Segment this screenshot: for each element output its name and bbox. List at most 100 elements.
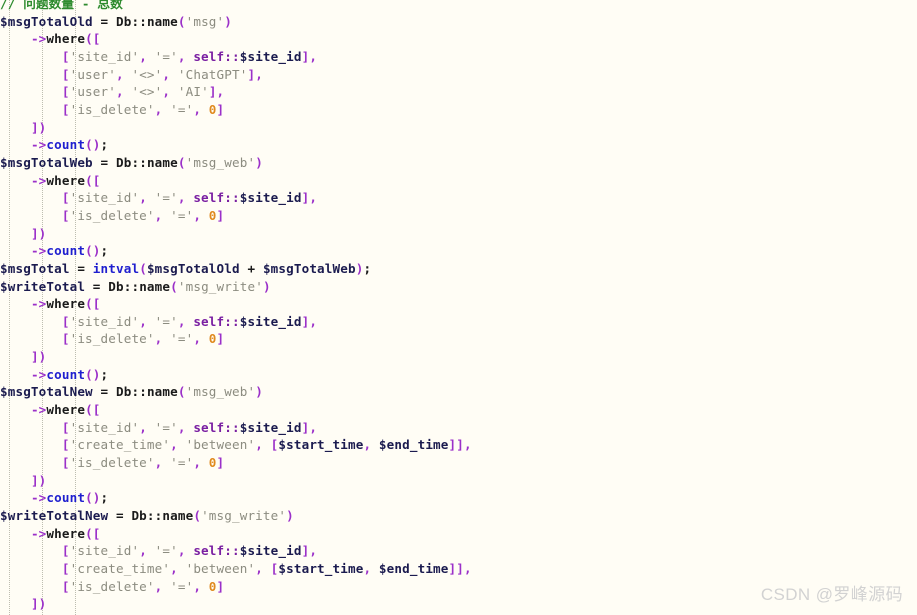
code-token-punct: ): [286, 508, 294, 524]
code-token-var: $writeTotal: [0, 278, 86, 294]
code-token-string: '=': [154, 419, 178, 435]
code-token-string: 'msg': [185, 13, 225, 29]
code-line: ]): [0, 472, 472, 490]
code-token-punct: ,: [162, 66, 171, 82]
code-token-punct: (: [193, 508, 202, 524]
code-token-self: self::: [193, 313, 240, 329]
code-token-arrow: ->: [30, 296, 47, 312]
code-line: ->count();: [0, 242, 472, 260]
code-token-string: '<>': [131, 66, 163, 82]
code-block[interactable]: // 问题数量 - 总数 $msgTotalOld = Db::name('msg…: [0, 0, 472, 615]
code-token-string: 'msg_web': [185, 384, 256, 400]
code-token-punct: ,: [177, 313, 186, 329]
code-token-string: '=': [154, 190, 178, 206]
csdn-watermark: CSDN @罗峰源码: [760, 585, 903, 604]
code-token-class: Db: [131, 508, 147, 524]
code-token-string: 'create_time': [69, 561, 171, 576]
code-token-method: where: [46, 296, 86, 312]
code-token-punct: (): [85, 366, 101, 382]
code-token-op: ::: [146, 508, 163, 524]
code-token-semi: ;: [363, 260, 372, 276]
code-token-op: ::: [131, 154, 147, 170]
code-token-string: '=': [170, 207, 194, 223]
code-token-string: '=': [154, 543, 178, 559]
code-token-method: name: [162, 508, 194, 524]
code-token-arrow: ->: [30, 402, 47, 418]
code-token-class: Db: [108, 278, 124, 294]
code-token-punct: ]],: [448, 561, 472, 576]
code-token-semi: ;: [100, 366, 109, 382]
code-token-var: $end_time: [378, 437, 449, 453]
code-token-num: 0: [208, 578, 217, 594]
code-token-arrow: ->: [30, 31, 47, 47]
code-token-punct: (: [139, 260, 147, 276]
code-token-op: ::: [123, 278, 140, 294]
code-token-var: $site_id: [239, 190, 302, 206]
code-token-punct: [: [61, 313, 70, 329]
code-token-string: 'between': [185, 437, 256, 453]
code-token-var: $msgTotalOld: [146, 260, 240, 276]
code-token-punct: ,: [139, 313, 147, 329]
code-token-punct: ([: [85, 296, 101, 312]
code-token-op: =: [77, 260, 86, 276]
code-token-punct: ],: [301, 543, 318, 559]
code-editor-pane[interactable]: // 问题数量 - 总数 $msgTotalOld = Db::name('msg…: [0, 0, 917, 615]
code-token-string: 'site_id': [69, 313, 140, 329]
code-token-var: $start_time: [278, 437, 364, 453]
code-token-string: 'between': [185, 561, 256, 576]
code-token-op: =: [115, 508, 124, 524]
code-token-self: self::: [193, 543, 240, 559]
code-token-string: '<>': [131, 84, 163, 100]
code-token-punct: ): [224, 13, 233, 29]
code-token-string: 'user': [69, 66, 116, 82]
code-line: ->count();: [0, 136, 472, 154]
code-line: $msgTotal = intval($msgTotalOld + $msgTo…: [0, 260, 472, 278]
code-token-punct: [: [61, 561, 70, 576]
code-token-punct: ([: [85, 31, 101, 47]
code-token-string: 'ChatGPT': [177, 66, 248, 82]
code-token-punct: ,: [255, 561, 263, 576]
code-token-string: 'msg_write': [177, 278, 263, 294]
code-line: ['site_id', '=', self::$site_id],: [0, 313, 472, 331]
code-token-punct: (): [85, 243, 101, 259]
code-token-punct: ,: [255, 437, 263, 453]
code-token-string: 'site_id': [69, 543, 140, 559]
code-line: $msgTotalOld = Db::name('msg'): [0, 13, 472, 31]
code-token-string: 'AI': [177, 84, 209, 100]
code-token-punct: ]: [216, 331, 225, 347]
code-line: // 问题数量 - 总数: [0, 0, 472, 13]
code-token-method: name: [146, 13, 178, 29]
code-line: ->count();: [0, 489, 472, 507]
code-token-punct: (: [177, 154, 186, 170]
